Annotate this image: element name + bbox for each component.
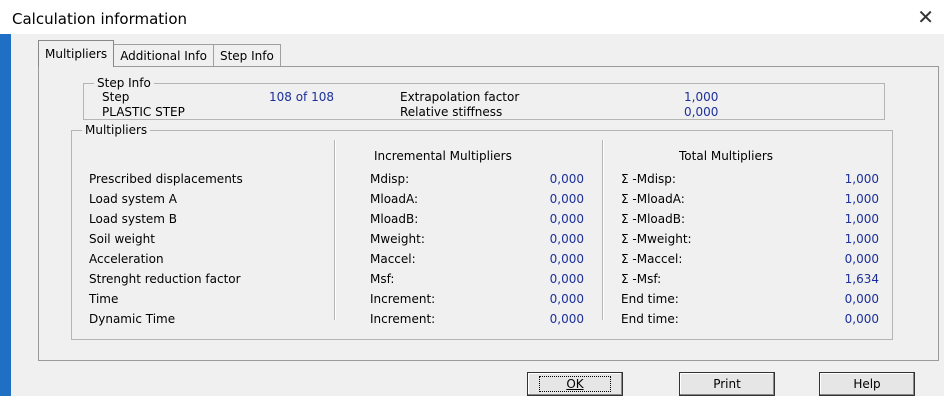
column-separator	[334, 140, 336, 320]
help-button-label: Help	[853, 377, 881, 391]
tot-label: Σ -Mdisp:	[621, 172, 676, 186]
relative-stiffness-value: 0,000	[684, 105, 719, 119]
tot-label: Σ -Msf:	[621, 272, 662, 286]
tot-label: Σ -Maccel:	[621, 252, 683, 266]
help-button[interactable]: Help	[819, 372, 915, 396]
ok-button-label: OK	[539, 376, 611, 392]
tab-strip: Multipliers Additional Info Step Info	[38, 40, 281, 67]
tab-multipliers[interactable]: Multipliers	[38, 40, 115, 67]
row-name: Acceleration	[89, 252, 164, 266]
row-name: Strenght reduction factor	[89, 272, 241, 286]
inc-label: Mdisp:	[370, 172, 410, 186]
print-button-label: Print	[713, 377, 741, 391]
row-name: Prescribed displacements	[89, 172, 243, 186]
step-info-group-label: Step Info	[94, 76, 154, 90]
inc-label: Increment:	[370, 292, 436, 306]
row-name: Dynamic Time	[89, 312, 176, 326]
inc-label: MloadB:	[370, 212, 419, 226]
relative-stiffness-label: Relative stiffness	[400, 105, 503, 119]
tot-value: 1,000	[844, 172, 879, 186]
inc-value: 0,000	[549, 312, 584, 326]
inc-label: Maccel:	[370, 252, 416, 266]
inc-value: 0,000	[549, 212, 584, 226]
title-bar: Calculation information ✕	[0, 0, 944, 34]
tot-value: 0,000	[844, 292, 879, 306]
tot-value: 1,000	[844, 192, 879, 206]
tab-step-info[interactable]: Step Info	[212, 44, 281, 67]
column-separator	[602, 140, 604, 320]
inc-label: Mweight:	[370, 232, 425, 246]
multipliers-group: Multipliers Incremental Multipliers Tota…	[71, 123, 893, 340]
close-icon[interactable]: ✕	[917, 6, 934, 28]
tab-additional-info[interactable]: Additional Info	[113, 44, 214, 67]
ok-button[interactable]: OK	[527, 372, 623, 396]
tot-label: Σ -Mweight:	[621, 232, 692, 246]
total-multipliers-header: Total Multipliers	[679, 149, 774, 163]
row-name: Soil weight	[89, 232, 155, 246]
tot-value: 1,000	[844, 212, 879, 226]
tot-label: End time:	[621, 292, 679, 306]
inc-value: 0,000	[549, 252, 584, 266]
inc-label: MloadA:	[370, 192, 419, 206]
inc-value: 0,000	[549, 172, 584, 186]
inc-value: 0,000	[549, 192, 584, 206]
inc-label: Msf:	[370, 272, 395, 286]
multipliers-group-label: Multipliers	[82, 123, 151, 137]
window-title: Calculation information	[12, 10, 188, 28]
dialog-client-area: Multipliers Additional Info Step Info St…	[11, 34, 944, 396]
tot-value: 1,000	[844, 232, 879, 246]
row-name: Load system A	[89, 192, 178, 206]
tot-value: 1,634	[844, 272, 879, 286]
inc-label: Increment:	[370, 312, 436, 326]
tot-label: Σ -MloadB:	[621, 212, 686, 226]
print-button[interactable]: Print	[679, 372, 775, 396]
step-info-group: Step Info Step 108 of 108 PLASTIC STEP E…	[83, 76, 885, 120]
inc-value: 0,000	[549, 232, 584, 246]
inc-value: 0,000	[549, 292, 584, 306]
multipliers-tab-panel: Step Info Step 108 of 108 PLASTIC STEP E…	[38, 66, 939, 361]
inc-value: 0,000	[549, 272, 584, 286]
tot-value: 0,000	[844, 312, 879, 326]
step-value: 108 of 108	[269, 90, 335, 104]
incremental-multipliers-header: Incremental Multipliers	[374, 149, 512, 163]
step-label: Step	[102, 90, 130, 104]
window-left-accent	[0, 34, 11, 396]
row-name: Load system B	[89, 212, 178, 226]
row-name: Time	[89, 292, 119, 306]
step-type: PLASTIC STEP	[102, 105, 185, 119]
tot-label: End time:	[621, 312, 679, 326]
tot-label: Σ -MloadA:	[621, 192, 685, 206]
extrapolation-factor-value: 1,000	[684, 90, 719, 104]
tot-value: 0,000	[844, 252, 879, 266]
extrapolation-factor-label: Extrapolation factor	[400, 90, 520, 104]
